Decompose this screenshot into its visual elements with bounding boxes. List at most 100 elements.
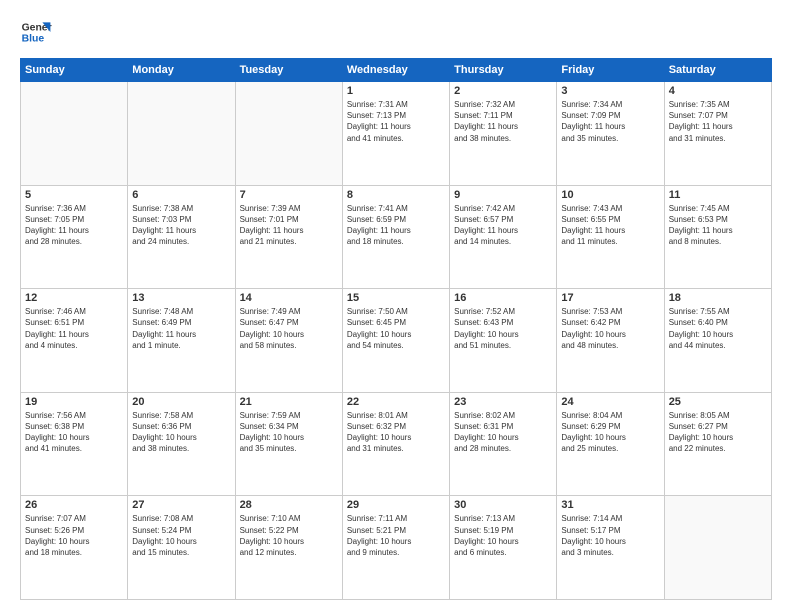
svg-text:Blue: Blue: [22, 34, 45, 45]
day-number: 25: [669, 396, 767, 408]
calendar-cell: 12 Sunrise: 7:46 AM Sunset: 6:51 PM Dayli…: [21, 289, 128, 393]
day-info: Sunrise: 7:58 AM Sunset: 6:36 PM Dayligh…: [132, 410, 230, 455]
calendar-cell: 27Sunrise: 7:08 AM Sunset: 5:24 PM Dayli…: [128, 496, 235, 600]
calendar-cell: 24 Sunrise: 8:04 AM Sunset: 6:29 PM Dayli…: [557, 392, 664, 496]
day-number: 9: [454, 189, 552, 201]
day-info: Sunrise: 7:56 AM Sunset: 6:38 PM Dayligh…: [25, 410, 123, 455]
calendar-cell: 10 Sunrise: 7:43 AM Sunset: 6:55 PM Dayli…: [557, 185, 664, 289]
logo-icon: General Blue: [20, 16, 52, 48]
weekday-sunday: Sunday: [21, 59, 128, 82]
day-number: 16: [454, 292, 552, 304]
week-row-4: 26Sunrise: 7:07 AM Sunset: 5:26 PM Dayli…: [21, 496, 772, 600]
header: General Blue: [20, 16, 772, 48]
calendar-cell: 26Sunrise: 7:07 AM Sunset: 5:26 PM Dayli…: [21, 496, 128, 600]
day-info: Sunrise: 7:10 AM Sunset: 5:22 PM Dayligh…: [240, 513, 338, 558]
day-info: Sunrise: 7:32 AM Sunset: 7:11 PM Dayligh…: [454, 99, 552, 144]
day-number: 2: [454, 85, 552, 97]
calendar-cell: 8 Sunrise: 7:41 AM Sunset: 6:59 PM Daylig…: [342, 185, 449, 289]
calendar-cell: 9 Sunrise: 7:42 AM Sunset: 6:57 PM Daylig…: [450, 185, 557, 289]
day-number: 30: [454, 499, 552, 511]
week-row-0: 1 Sunrise: 7:31 AM Sunset: 7:13 PM Daylig…: [21, 82, 772, 186]
day-info: Sunrise: 7:41 AM Sunset: 6:59 PM Dayligh…: [347, 203, 445, 248]
calendar-cell: 19 Sunrise: 7:56 AM Sunset: 6:38 PM Dayli…: [21, 392, 128, 496]
day-number: 11: [669, 189, 767, 201]
day-number: 23: [454, 396, 552, 408]
day-info: Sunrise: 7:46 AM Sunset: 6:51 PM Dayligh…: [25, 306, 123, 351]
calendar-cell: 15Sunrise: 7:50 AM Sunset: 6:45 PM Dayli…: [342, 289, 449, 393]
calendar-cell: 16 Sunrise: 7:52 AM Sunset: 6:43 PM Dayli…: [450, 289, 557, 393]
day-number: 18: [669, 292, 767, 304]
day-info: Sunrise: 7:11 AM Sunset: 5:21 PM Dayligh…: [347, 513, 445, 558]
weekday-monday: Monday: [128, 59, 235, 82]
day-number: 22: [347, 396, 445, 408]
day-number: 29: [347, 499, 445, 511]
calendar-cell: 6 Sunrise: 7:38 AM Sunset: 7:03 PM Daylig…: [128, 185, 235, 289]
calendar-cell: [664, 496, 771, 600]
day-info: Sunrise: 7:07 AM Sunset: 5:26 PM Dayligh…: [25, 513, 123, 558]
calendar-cell: 31Sunrise: 7:14 AM Sunset: 5:17 PM Dayli…: [557, 496, 664, 600]
calendar-cell: 29 Sunrise: 7:11 AM Sunset: 5:21 PM Dayli…: [342, 496, 449, 600]
calendar-cell: 3 Sunrise: 7:34 AM Sunset: 7:09 PM Daylig…: [557, 82, 664, 186]
day-info: Sunrise: 7:39 AM Sunset: 7:01 PM Dayligh…: [240, 203, 338, 248]
weekday-thursday: Thursday: [450, 59, 557, 82]
calendar-cell: 11 Sunrise: 7:45 AM Sunset: 6:53 PM Dayli…: [664, 185, 771, 289]
weekday-friday: Friday: [557, 59, 664, 82]
logo: General Blue: [20, 16, 56, 48]
day-number: 4: [669, 85, 767, 97]
calendar-cell: [128, 82, 235, 186]
day-info: Sunrise: 7:43 AM Sunset: 6:55 PM Dayligh…: [561, 203, 659, 248]
calendar-cell: 28 Sunrise: 7:10 AM Sunset: 5:22 PM Dayli…: [235, 496, 342, 600]
day-number: 10: [561, 189, 659, 201]
day-number: 31: [561, 499, 659, 511]
day-number: 3: [561, 85, 659, 97]
week-row-1: 5Sunrise: 7:36 AM Sunset: 7:05 PM Daylig…: [21, 185, 772, 289]
day-number: 7: [240, 189, 338, 201]
calendar-cell: 1 Sunrise: 7:31 AM Sunset: 7:13 PM Daylig…: [342, 82, 449, 186]
day-number: 27: [132, 499, 230, 511]
calendar-cell: 7 Sunrise: 7:39 AM Sunset: 7:01 PM Daylig…: [235, 185, 342, 289]
day-number: 15: [347, 292, 445, 304]
day-number: 13: [132, 292, 230, 304]
day-number: 21: [240, 396, 338, 408]
day-info: Sunrise: 7:59 AM Sunset: 6:34 PM Dayligh…: [240, 410, 338, 455]
day-info: Sunrise: 7:48 AM Sunset: 6:49 PM Dayligh…: [132, 306, 230, 351]
day-info: Sunrise: 8:04 AM Sunset: 6:29 PM Dayligh…: [561, 410, 659, 455]
weekday-header-row: SundayMondayTuesdayWednesdayThursdayFrid…: [21, 59, 772, 82]
day-info: Sunrise: 7:53 AM Sunset: 6:42 PM Dayligh…: [561, 306, 659, 351]
calendar-cell: 21 Sunrise: 7:59 AM Sunset: 6:34 PM Dayli…: [235, 392, 342, 496]
calendar-table: SundayMondayTuesdayWednesdayThursdayFrid…: [20, 58, 772, 600]
day-info: Sunrise: 7:34 AM Sunset: 7:09 PM Dayligh…: [561, 99, 659, 144]
day-number: 24: [561, 396, 659, 408]
calendar-cell: [21, 82, 128, 186]
calendar-cell: 2 Sunrise: 7:32 AM Sunset: 7:11 PM Daylig…: [450, 82, 557, 186]
day-number: 12: [25, 292, 123, 304]
calendar-cell: [235, 82, 342, 186]
calendar-cell: 5Sunrise: 7:36 AM Sunset: 7:05 PM Daylig…: [21, 185, 128, 289]
day-info: Sunrise: 7:52 AM Sunset: 6:43 PM Dayligh…: [454, 306, 552, 351]
calendar-cell: 4Sunrise: 7:35 AM Sunset: 7:07 PM Daylig…: [664, 82, 771, 186]
day-number: 28: [240, 499, 338, 511]
day-info: Sunrise: 7:38 AM Sunset: 7:03 PM Dayligh…: [132, 203, 230, 248]
day-info: Sunrise: 7:42 AM Sunset: 6:57 PM Dayligh…: [454, 203, 552, 248]
day-info: Sunrise: 7:31 AM Sunset: 7:13 PM Dayligh…: [347, 99, 445, 144]
calendar-cell: 22Sunrise: 8:01 AM Sunset: 6:32 PM Dayli…: [342, 392, 449, 496]
day-info: Sunrise: 7:49 AM Sunset: 6:47 PM Dayligh…: [240, 306, 338, 351]
day-info: Sunrise: 7:45 AM Sunset: 6:53 PM Dayligh…: [669, 203, 767, 248]
day-number: 8: [347, 189, 445, 201]
day-number: 1: [347, 85, 445, 97]
day-number: 19: [25, 396, 123, 408]
day-info: Sunrise: 8:05 AM Sunset: 6:27 PM Dayligh…: [669, 410, 767, 455]
calendar-cell: 14 Sunrise: 7:49 AM Sunset: 6:47 PM Dayli…: [235, 289, 342, 393]
calendar-cell: 30Sunrise: 7:13 AM Sunset: 5:19 PM Dayli…: [450, 496, 557, 600]
calendar-cell: 13 Sunrise: 7:48 AM Sunset: 6:49 PM Dayli…: [128, 289, 235, 393]
weekday-tuesday: Tuesday: [235, 59, 342, 82]
day-number: 5: [25, 189, 123, 201]
calendar-cell: 18 Sunrise: 7:55 AM Sunset: 6:40 PM Dayli…: [664, 289, 771, 393]
day-info: Sunrise: 7:55 AM Sunset: 6:40 PM Dayligh…: [669, 306, 767, 351]
day-number: 14: [240, 292, 338, 304]
calendar-cell: 20Sunrise: 7:58 AM Sunset: 6:36 PM Dayli…: [128, 392, 235, 496]
day-number: 17: [561, 292, 659, 304]
weekday-saturday: Saturday: [664, 59, 771, 82]
day-number: 6: [132, 189, 230, 201]
day-info: Sunrise: 8:02 AM Sunset: 6:31 PM Dayligh…: [454, 410, 552, 455]
